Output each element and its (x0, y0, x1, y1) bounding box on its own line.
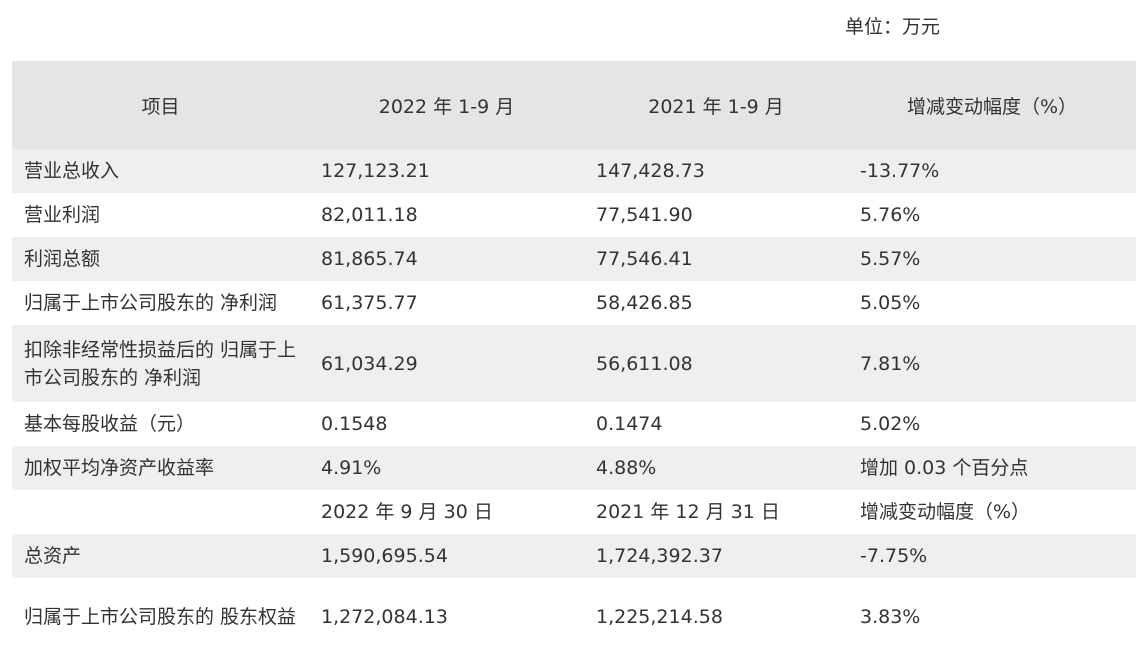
table-row: 营业利润 82,011.18 77,541.90 5.76% (12, 193, 1136, 237)
row-item: 利润总额 (12, 237, 309, 281)
row-value-2021: 77,546.41 (584, 237, 848, 281)
table-subheader-row: 2022 年 9 月 30 日 2021 年 12 月 31 日 增减变动幅度（… (12, 490, 1136, 534)
row-item: 归属于上市公司股东的 净利润 (24, 292, 278, 314)
row-item (12, 490, 309, 534)
subheader-change: 增减变动幅度（%） (860, 501, 1031, 523)
row-value-2022: 81,865.74 (309, 237, 584, 281)
row-change: -13.77% (848, 149, 1136, 193)
row-item: 营业利润 (24, 204, 101, 226)
row-value-2021: 1,225,214.58 (596, 605, 723, 628)
header-item: 项目 (12, 61, 309, 149)
table-row: 基本每股收益（元） 0.1548 0.1474 5.02% (12, 402, 1136, 446)
table-row: 扣除非经常性损益后的 归属于上市公司股东的 净利润 61,034.29 56,6… (12, 325, 1136, 402)
table-row: 归属于上市公司股东的 净利润 61,375.77 58,426.85 5.05% (12, 281, 1136, 325)
row-item: 归属于上市公司股东的 股东权益 (24, 605, 297, 628)
row-item: 总资产 (12, 534, 309, 578)
row-value-2022: 4.91% (309, 446, 584, 490)
table-row: 归属于上市公司股东的 股东权益 1,272,084.13 1,225,214.5… (12, 578, 1136, 655)
row-value-2022: 1,272,084.13 (321, 605, 448, 628)
row-value-2021: 4.88% (584, 446, 848, 490)
row-change: 增加 0.03 个百分点 (848, 446, 1136, 490)
row-value-2021: 0.1474 (596, 413, 663, 435)
table-row: 营业总收入 127,123.21 147,428.73 -13.77% (12, 149, 1136, 193)
row-value-2022: 127,123.21 (309, 149, 584, 193)
table-row: 加权平均净资产收益率 4.91% 4.88% 增加 0.03 个百分点 (12, 446, 1136, 490)
subheader-date-2021: 2021 年 12 月 31 日 (596, 501, 780, 523)
unit-label: 单位：万元 (845, 16, 941, 38)
row-item: 加权平均净资产收益率 (12, 446, 309, 490)
table-row: 总资产 1,590,695.54 1,724,392.37 -7.75% (12, 534, 1136, 578)
row-change: 5.76% (860, 204, 921, 226)
header-change: 增减变动幅度（%） (848, 61, 1136, 149)
row-value-2022: 82,011.18 (321, 204, 418, 226)
row-change: 3.83% (860, 605, 921, 628)
row-value-2021: 77,541.90 (596, 204, 693, 226)
row-change: 7.81% (848, 325, 1136, 402)
row-value-2022: 1,590,695.54 (309, 534, 584, 578)
row-change: 5.05% (860, 292, 921, 314)
row-item: 扣除非经常性损益后的 归属于上市公司股东的 净利润 (12, 325, 309, 402)
row-change: 5.57% (848, 237, 1136, 281)
row-value-2022: 61,034.29 (309, 325, 584, 402)
row-value-2021: 58,426.85 (596, 292, 693, 314)
row-change: -7.75% (848, 534, 1136, 578)
table-row: 利润总额 81,865.74 77,546.41 5.57% (12, 237, 1136, 281)
header-2021: 2021 年 1-9 月 (584, 61, 848, 149)
row-value-2021: 147,428.73 (584, 149, 848, 193)
row-value-2022: 61,375.77 (321, 292, 418, 314)
row-value-2022: 0.1548 (321, 413, 388, 435)
row-item: 营业总收入 (12, 149, 309, 193)
row-change: 5.02% (860, 413, 921, 435)
row-value-2021: 56,611.08 (584, 325, 848, 402)
table-header-row: 项目 2022 年 1-9 月 2021 年 1-9 月 增减变动幅度（%） (12, 61, 1136, 149)
header-2022: 2022 年 1-9 月 (309, 61, 584, 149)
row-item: 基本每股收益（元） (24, 413, 196, 435)
subheader-date-2022: 2022 年 9 月 30 日 (321, 501, 493, 523)
row-value-2021: 1,724,392.37 (584, 534, 848, 578)
financial-summary-table: 项目 2022 年 1-9 月 2021 年 1-9 月 增减变动幅度（%） 营… (12, 61, 1136, 655)
